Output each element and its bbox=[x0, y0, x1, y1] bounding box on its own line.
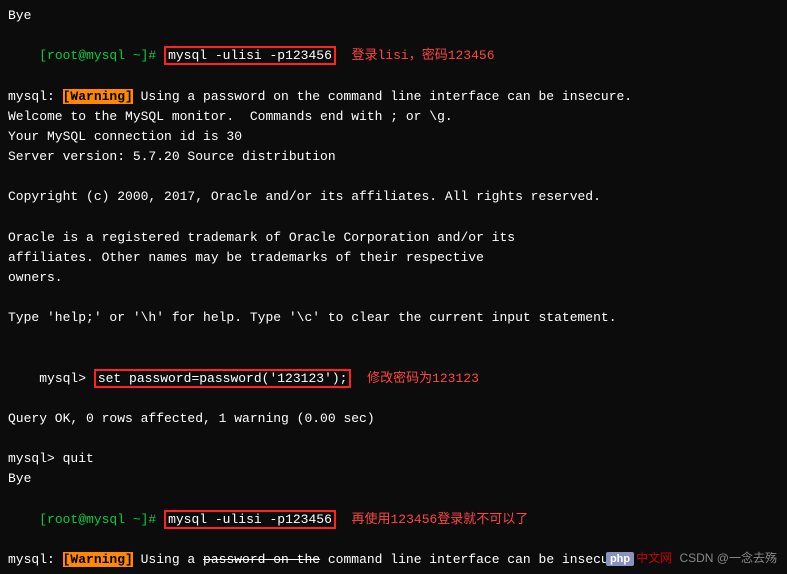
blank1 bbox=[8, 167, 779, 187]
blank3 bbox=[8, 288, 779, 308]
line-quit: mysql> quit bbox=[8, 449, 779, 469]
prompt: [root@mysql ~]# bbox=[39, 48, 156, 63]
php-badge: php bbox=[606, 552, 634, 566]
line-copyright1: Copyright (c) 2000, 2017, Oracle and/or … bbox=[8, 187, 779, 207]
line-owners1: owners. bbox=[8, 268, 779, 288]
login-annotation: 登录lisi，密码123456 bbox=[336, 48, 495, 63]
line-login-fail: [root@mysql ~]# mysql -ulisi -p123456 再使… bbox=[8, 489, 779, 549]
blank4 bbox=[8, 328, 779, 348]
line-connid1: Your MySQL connection id is 30 bbox=[8, 127, 779, 147]
line-type1: Type 'help;' or '\h' for help. Type '\c'… bbox=[8, 308, 779, 328]
line-affiliates1: affiliates. Other names may be trademark… bbox=[8, 248, 779, 268]
line-warning1: mysql: [Warning] Using a password on the… bbox=[8, 87, 779, 107]
fail-annotation: 再使用123456登录就不可以了 bbox=[336, 512, 528, 527]
line-version1: Server version: 5.7.20 Source distributi… bbox=[8, 147, 779, 167]
line-login-cmd: [root@mysql ~]# mysql -ulisi -p123456 登录… bbox=[8, 26, 779, 86]
line-error: ERROR 1045 (28000): Access denied for us… bbox=[8, 570, 779, 574]
prompt-fail: [root@mysql ~]# bbox=[39, 512, 156, 527]
line-oracle1: Oracle is a registered trademark of Orac… bbox=[8, 228, 779, 248]
line-bye1: Bye bbox=[8, 6, 779, 26]
blank2 bbox=[8, 207, 779, 227]
line-setpwd: mysql> set password=password('123123'); … bbox=[8, 348, 779, 408]
setpwd-command: set password=password('123123'); bbox=[94, 369, 352, 388]
line-welcome1: Welcome to the MySQL monitor. Commands e… bbox=[8, 107, 779, 127]
login-command: mysql -ulisi -p123456 bbox=[164, 46, 336, 65]
php-cn: 中文网 bbox=[636, 551, 672, 565]
watermark: php中文网 CSDN @一念去殇 bbox=[606, 549, 777, 566]
csdn-label: CSDN @一念去殇 bbox=[679, 551, 777, 565]
fail-command: mysql -ulisi -p123456 bbox=[164, 510, 336, 529]
terminal: Bye [root@mysql ~]# mysql -ulisi -p12345… bbox=[0, 0, 787, 574]
setpwd-annotation: 修改密码为123123 bbox=[351, 371, 478, 386]
line-bye2: Bye bbox=[8, 469, 779, 489]
blank5 bbox=[8, 429, 779, 449]
line-queryok: Query OK, 0 rows affected, 1 warning (0.… bbox=[8, 409, 779, 429]
